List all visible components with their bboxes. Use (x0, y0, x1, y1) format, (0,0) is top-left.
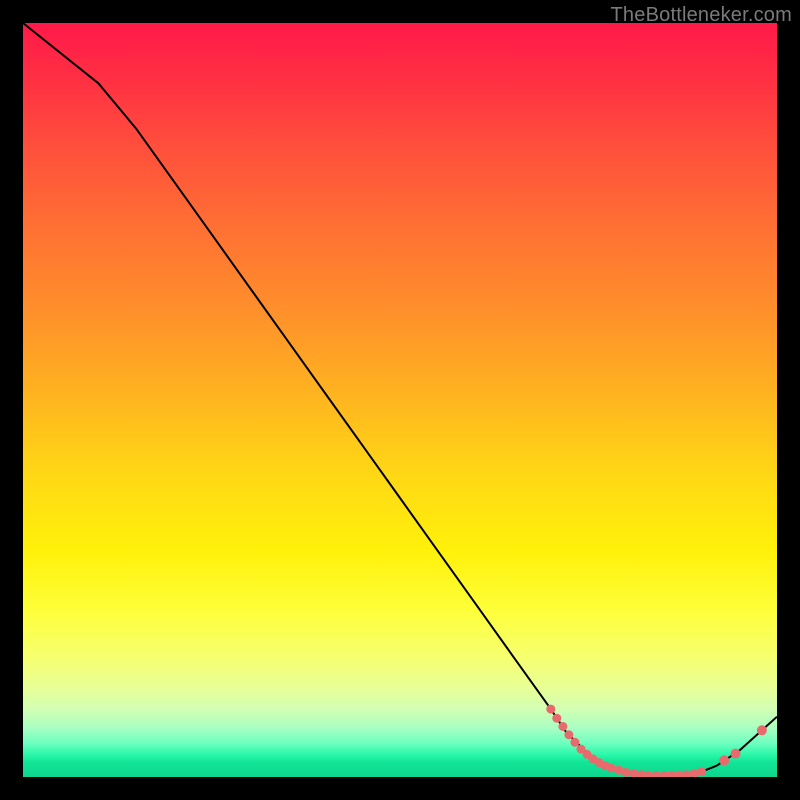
marker-dot (757, 725, 767, 735)
marker-dots (546, 705, 767, 777)
marker-dot (719, 755, 729, 765)
marker-dot (607, 764, 616, 773)
marker-dot (570, 738, 579, 747)
marker-dot (629, 769, 638, 777)
chart-svg (23, 23, 777, 777)
watermark-text: TheBottleneker.com (611, 4, 792, 27)
marker-dot (558, 722, 567, 731)
marker-dot (546, 705, 555, 714)
marker-dot (552, 714, 561, 723)
marker-dot (690, 769, 699, 777)
marker-dot (697, 767, 706, 776)
curve-line (23, 23, 777, 776)
marker-dot (731, 749, 741, 759)
marker-dot (564, 730, 573, 739)
marker-dot (667, 771, 676, 777)
plot-area (23, 23, 777, 777)
line-series (23, 23, 777, 776)
chart-frame: TheBottleneker.com (0, 0, 800, 800)
